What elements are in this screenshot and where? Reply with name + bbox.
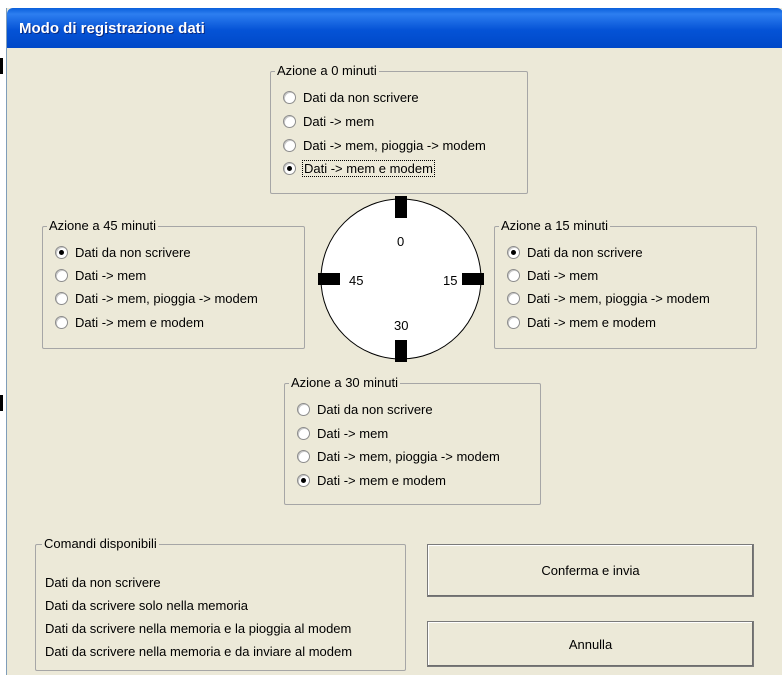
option-label: Dati da non scrivere (75, 244, 191, 260)
g0-option-0[interactable]: Dati da non scrivere (283, 88, 419, 106)
clock-diagram: 0 15 30 45 (315, 193, 487, 365)
option-label: Dati -> mem e modem (75, 314, 204, 330)
radio-button[interactable] (283, 114, 296, 128)
option-label: Dati -> mem, pioggia -> modem (75, 290, 258, 306)
group-0-minutes: Azione a 0 minuti Dati da non scrivere D… (270, 63, 528, 194)
radio-button[interactable] (507, 268, 520, 282)
option-label: Dati -> mem, pioggia -> modem (527, 290, 710, 306)
option-label: Dati -> mem e modem (302, 159, 435, 177)
group-15-minutes: Azione a 15 minuti Dati da non scrivere … (494, 218, 757, 349)
option-label: Dati -> mem, pioggia -> modem (303, 137, 486, 153)
commands-group: Comandi disponibili Dati da non scrivere… (35, 536, 406, 671)
cancel-button[interactable]: Annulla (427, 621, 754, 667)
radio-button[interactable] (55, 291, 68, 305)
g30-option-3[interactable]: Dati -> mem e modem (297, 471, 446, 489)
radio-button-selected[interactable] (55, 245, 68, 259)
dialog-window: Modo di registrazione dati Azione a 0 mi… (6, 8, 782, 675)
g0-option-2[interactable]: Dati -> mem, pioggia -> modem (283, 136, 486, 154)
radio-button[interactable] (55, 268, 68, 282)
command-line-3: Dati da scrivere nella memoria e da invi… (45, 644, 353, 659)
group-45-minutes: Azione a 45 minuti Dati da non scrivere … (42, 218, 305, 349)
clock-mark-30 (395, 340, 407, 362)
g45-option-1[interactable]: Dati -> mem (55, 266, 146, 284)
g30-option-2[interactable]: Dati -> mem, pioggia -> modem (297, 447, 500, 465)
radio-button[interactable] (283, 90, 296, 104)
radio-button-selected[interactable] (297, 473, 310, 487)
option-label: Dati -> mem e modem (317, 472, 446, 488)
g30-option-1[interactable]: Dati -> mem (297, 424, 388, 442)
option-label: Dati -> mem (75, 267, 147, 283)
option-label: Dati -> mem (303, 113, 375, 129)
option-label: Dati da non scrivere (317, 401, 433, 417)
g15-option-1[interactable]: Dati -> mem (507, 266, 598, 284)
g45-option-0[interactable]: Dati da non scrivere (55, 243, 191, 261)
g0-option-3[interactable]: Dati -> mem e modem (283, 159, 435, 177)
window-edge-mark (0, 395, 3, 411)
clock-label-30: 30 (394, 318, 409, 333)
group-0-legend: Azione a 0 minuti (275, 63, 379, 79)
g15-option-3[interactable]: Dati -> mem e modem (507, 313, 656, 331)
radio-button[interactable] (297, 426, 310, 440)
clock-label-0: 0 (397, 234, 405, 249)
clock-label-15: 15 (443, 273, 458, 288)
clock-label-45: 45 (349, 273, 364, 288)
radio-button[interactable] (297, 449, 310, 463)
command-line-0: Dati da non scrivere (45, 575, 161, 590)
clock-face (318, 196, 484, 362)
clock-mark-15 (462, 273, 484, 285)
group-45-legend: Azione a 45 minuti (47, 218, 158, 234)
commands-legend: Comandi disponibili (42, 536, 159, 552)
radio-button-selected[interactable] (507, 245, 520, 259)
g0-option-1[interactable]: Dati -> mem (283, 112, 374, 130)
clock-mark-0 (395, 196, 407, 218)
group-30-minutes: Azione a 30 minuti Dati da non scrivere … (284, 375, 541, 505)
confirm-send-button[interactable]: Conferma e invia (427, 544, 754, 597)
radio-button[interactable] (507, 291, 520, 305)
radio-button[interactable] (55, 315, 68, 329)
option-label: Dati -> mem, pioggia -> modem (317, 448, 500, 464)
title-bar[interactable]: Modo di registrazione dati (7, 8, 782, 48)
clock-mark-45 (318, 273, 340, 285)
window-edge-mark (0, 58, 3, 74)
group-15-legend: Azione a 15 minuti (499, 218, 610, 234)
radio-button[interactable] (507, 315, 520, 329)
option-label: Dati da non scrivere (303, 89, 419, 105)
option-label: Dati -> mem (317, 425, 389, 441)
g15-option-2[interactable]: Dati -> mem, pioggia -> modem (507, 289, 710, 307)
command-line-2: Dati da scrivere nella memoria e la piog… (45, 621, 352, 636)
radio-button[interactable] (283, 138, 296, 152)
group-30-legend: Azione a 30 minuti (289, 375, 400, 391)
g30-option-0[interactable]: Dati da non scrivere (297, 400, 433, 418)
g45-option-3[interactable]: Dati -> mem e modem (55, 313, 204, 331)
option-label: Dati -> mem (527, 267, 599, 283)
g45-option-2[interactable]: Dati -> mem, pioggia -> modem (55, 289, 258, 307)
g15-option-0[interactable]: Dati da non scrivere (507, 243, 643, 261)
option-label: Dati -> mem e modem (527, 314, 656, 330)
command-line-1: Dati da scrivere solo nella memoria (45, 598, 249, 613)
window-title: Modo di registrazione dati (19, 20, 205, 37)
radio-button-selected[interactable] (283, 161, 296, 175)
radio-button[interactable] (297, 402, 310, 416)
option-label: Dati da non scrivere (527, 244, 643, 260)
